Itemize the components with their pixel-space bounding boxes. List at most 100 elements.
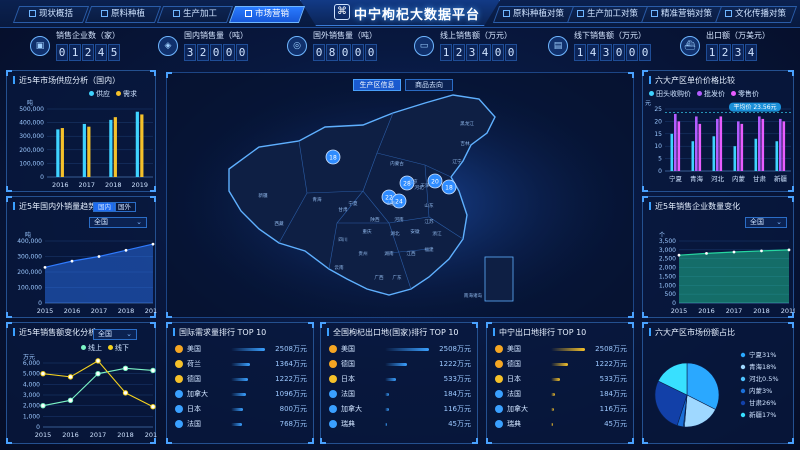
map-place-label: 浙江	[432, 230, 442, 237]
region-select[interactable]: 全国 ⌄	[93, 329, 137, 340]
factory-icon	[172, 10, 180, 17]
y-tick-label: 400,000	[19, 120, 44, 127]
tab-raw-material[interactable]: 原料种植	[84, 6, 162, 23]
y-tick-label: 1,000	[659, 282, 676, 289]
panel-rank-international: 国际需求量排行 TOP 10 美国 2508万元 荷兰 1364万元 德国 1222万元加…	[166, 322, 314, 444]
bar	[698, 123, 702, 171]
rank-item: 德国 1222万元	[167, 373, 315, 387]
map-place-label: 广西	[374, 274, 384, 281]
bar	[674, 113, 677, 171]
y-tick-label: 10	[654, 143, 662, 150]
tab-overview[interactable]: 现状概括	[12, 6, 90, 23]
y-tick-label: 20	[654, 118, 662, 125]
rank-item: 美国 2508万元	[487, 343, 635, 357]
tab-processing-strategy[interactable]: 生产加工对策	[566, 6, 650, 23]
rank-name: 德国	[341, 360, 355, 368]
rank-value: 1364万元	[275, 360, 307, 368]
stat-value: 08000	[313, 44, 378, 61]
y-tick-label: 2,000	[23, 403, 40, 410]
y-tick-label: 25	[654, 106, 662, 113]
flag-icon	[329, 420, 337, 428]
stat-value: 32000	[184, 44, 249, 61]
map-place-label: 北京	[408, 178, 418, 185]
y-tick-label: 200,000	[19, 147, 44, 154]
digit: 0	[639, 44, 651, 61]
bar	[113, 117, 117, 177]
data-point	[124, 248, 128, 252]
x-tick-label: 新疆	[774, 174, 788, 183]
rank-item: 美国 2508万元	[167, 343, 315, 357]
rank-name: 瑞典	[341, 420, 355, 428]
data-point	[122, 365, 129, 372]
rank-value: 184万元	[599, 390, 627, 398]
rank-bar	[551, 393, 556, 396]
y-tick-label: 1,000	[23, 413, 40, 420]
rank-bar	[385, 423, 387, 426]
flag-icon	[495, 375, 503, 383]
map-place-label: 山东	[424, 202, 434, 209]
rank-bar	[385, 348, 429, 351]
culture-icon	[725, 10, 733, 17]
tab-culture-strategy[interactable]: 文化传播对策	[714, 6, 798, 23]
rank-name: 法国	[507, 390, 521, 398]
rank-value: 533万元	[443, 375, 471, 383]
digit: 3	[600, 44, 612, 61]
digit: 0	[339, 44, 351, 61]
legend-swatch	[649, 91, 654, 96]
y-tick-label: 3,000	[23, 392, 40, 399]
bar	[691, 141, 695, 171]
rank-bar	[231, 363, 250, 366]
digit: 0	[313, 44, 325, 61]
rank-item: 瑞典 45万元	[487, 418, 635, 432]
price-bar-chart: 元 0 5 10 15 20 25 宁夏 青海 河北 内蒙 甘肃 新疆 平均价 23.56元	[645, 100, 791, 183]
legend-label: 宁夏31%	[749, 350, 776, 359]
bar	[82, 123, 86, 177]
chart-legend: 田头收购价 批发价 零售价	[643, 89, 759, 99]
rank-name: 法国	[341, 390, 355, 398]
rank-name: 荷兰	[187, 360, 201, 368]
bar	[135, 111, 139, 177]
digit: 1	[69, 44, 81, 61]
rank-list: 美国 2508万元 德国 1222万元 日本 533万元 法国 184万元 加拿大 116万元 瑞典…	[321, 343, 479, 443]
map-place-label: 辽宁	[452, 158, 462, 165]
rank-value: 184万元	[443, 390, 471, 398]
panel-rank-national-export: 全国枸杞出口地(国家)排行 TOP 10 美国 2508万元 德国 1222万元 日本 5…	[320, 322, 478, 444]
rank-item: 美国 2508万元	[321, 343, 479, 357]
y-tick-label: 0	[38, 300, 42, 307]
stat-value: 123400	[440, 44, 518, 61]
sales-trend-area-chart: 吨0100,000200,000300,000400,0002015 2016 20…	[17, 231, 157, 315]
china-map[interactable]: 1828 20222418 新疆西藏青海甘肃内蒙古四川云南广西 广东湖南 江西福建浙江…	[167, 73, 635, 319]
tab-marketing[interactable]: 市场营销	[228, 6, 306, 23]
map-marker-label: 24	[395, 199, 403, 206]
data-point	[787, 248, 791, 252]
rank-item: 法国 768万元	[167, 418, 315, 432]
map-place-label: 广东	[392, 274, 402, 281]
digit: 4	[479, 44, 491, 61]
marketing-icon	[244, 10, 252, 17]
rank-item: 加拿大 1096万元	[167, 388, 315, 402]
rank-bar	[551, 348, 585, 351]
map-place-label: 西藏	[274, 220, 284, 227]
panel-title: 六大产区市场份额占比	[649, 327, 735, 338]
x-tick-label: 2019	[145, 431, 157, 439]
data-point	[95, 370, 101, 377]
rank-value: 1222万元	[595, 360, 627, 368]
enterprise-area-chart: 个05001,0001,5002,0002,5003,0003,5002015 2…	[659, 232, 795, 315]
tab-processing[interactable]: 生产加工	[156, 6, 234, 23]
map-place-label: 宁夏	[348, 200, 358, 207]
rank-bar	[231, 378, 248, 381]
digit: 0	[613, 44, 625, 61]
legend-swatch	[740, 388, 746, 394]
bar	[779, 118, 782, 171]
x-tick-label: 2016	[64, 307, 81, 315]
map-place-label: 甘肃	[338, 206, 348, 213]
panel-price-compare: 六大产区单价价格比较 田头收购价 批发价 零售价 元 0 5 10 15 20 25 宁夏 青海 河北…	[642, 70, 794, 192]
map-place-label: 天津	[420, 182, 430, 189]
tab-raw-strategy[interactable]: 原料种植对策	[492, 6, 576, 23]
rank-name: 美国	[187, 345, 201, 353]
digit: 4	[587, 44, 599, 61]
toggle-foreign[interactable]: 国外	[113, 202, 136, 212]
map-marker-label: 20	[431, 179, 439, 186]
tab-marketing-strategy[interactable]: 精准营销对策	[640, 6, 724, 23]
x-tick-label: 2018	[117, 431, 134, 439]
